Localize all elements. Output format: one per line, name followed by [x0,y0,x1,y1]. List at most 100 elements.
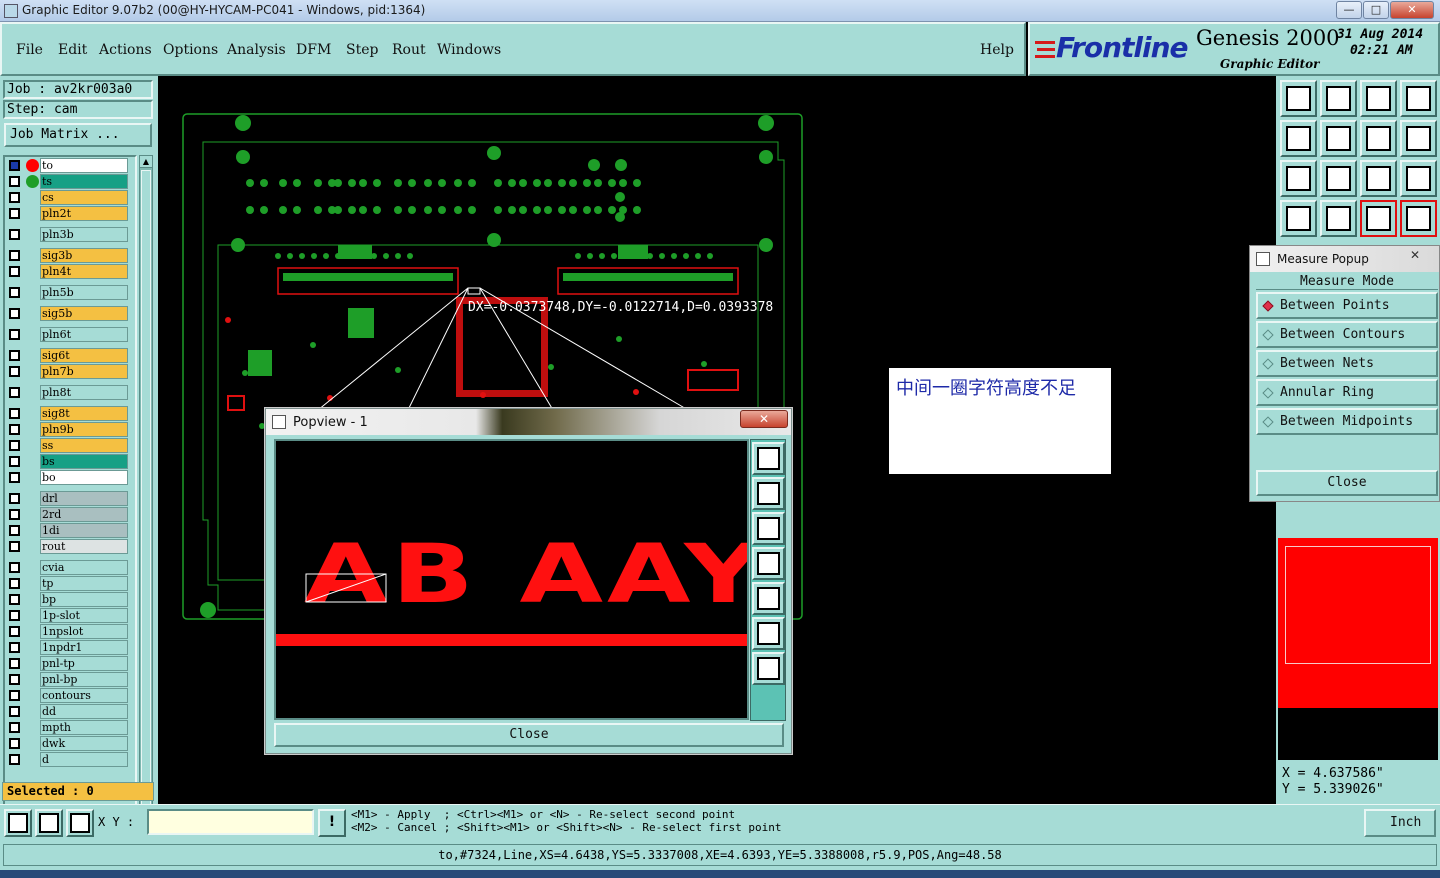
layer-checkbox[interactable] [9,208,20,219]
tool-one-to-two-icon[interactable] [1360,160,1397,197]
layer-name[interactable]: sig3b [40,248,128,263]
tool-measure-icon[interactable] [1320,200,1357,237]
layer-checkbox[interactable] [9,329,20,340]
layer-name[interactable]: ts [40,174,128,189]
tool-pan-left-icon[interactable] [1280,120,1317,157]
layer-checkbox[interactable] [9,541,20,552]
layer-checkbox[interactable] [9,287,20,298]
layer-name[interactable]: cvia [40,560,128,575]
layer-name[interactable]: pnl-tp [40,656,128,671]
layer-name[interactable]: 1npdr1 [40,640,128,655]
tool-ratio-icon[interactable] [1360,120,1397,157]
tool-window-icon[interactable] [1400,80,1437,117]
layer-name[interactable]: pnl-bp [40,672,128,687]
layer-checkbox[interactable] [9,706,20,717]
tool-zoom-up-icon[interactable] [1280,80,1317,117]
popview-close-x[interactable]: ✕ [740,410,788,428]
layer-checkbox[interactable] [9,525,20,536]
snap-tool-button[interactable] [4,809,32,837]
tool-zoom-center-icon[interactable] [1320,160,1357,197]
layer-name[interactable]: cs [40,190,128,205]
layer-name[interactable]: sig6t [40,348,128,363]
tool-net-icon[interactable] [1360,200,1397,237]
layer-name[interactable]: dd [40,704,128,719]
tool-zoom-fit-icon[interactable] [1280,160,1317,197]
menu-help[interactable]: Help [980,42,1014,58]
tool-snap-icon[interactable] [1280,200,1317,237]
tool-net-highlight-icon[interactable] [1400,200,1437,237]
layer-name[interactable]: sig8t [40,406,128,421]
layer-checkbox[interactable] [9,690,20,701]
layer-checkbox[interactable] [9,509,20,520]
layer-name[interactable]: pln7b [40,364,128,379]
popview-pan-down-button[interactable] [752,512,785,545]
grid-tool-button[interactable] [66,809,94,837]
layer-checkbox[interactable] [9,493,20,504]
unit-selector[interactable]: Inch [1364,809,1436,837]
menu-step[interactable]: Step [346,42,378,58]
measure-close-button[interactable]: Close [1256,470,1438,496]
layer-checkbox[interactable] [9,562,20,573]
layer-name[interactable]: pln4t [40,264,128,279]
menu-rout[interactable]: Rout [392,42,426,58]
menu-edit[interactable]: Edit [58,42,87,58]
layer-name[interactable]: contours [40,688,128,703]
measure-option-between-points[interactable]: Between Points [1256,292,1438,319]
measure-option-annular-ring[interactable]: Annular Ring [1256,379,1438,406]
popview-zoom-fit-button[interactable] [752,442,785,475]
tool-pan-right-icon[interactable] [1320,120,1357,157]
measure-option-between-contours[interactable]: Between Contours [1256,321,1438,348]
layer-checkbox[interactable] [9,594,20,605]
tool-home-icon[interactable] [1360,80,1397,117]
layer-checkbox[interactable] [9,308,20,319]
layer-checkbox[interactable] [9,387,20,398]
layer-checkbox[interactable] [9,192,20,203]
layer-name[interactable]: sig5b [40,306,128,321]
tool-zoom-down-icon[interactable] [1320,80,1357,117]
minimize-button[interactable]: — [1336,1,1362,19]
layer-name[interactable]: rout [40,539,128,554]
layer-checkbox[interactable] [9,266,20,277]
layer-name[interactable]: tp [40,576,128,591]
layer-checkbox[interactable] [9,754,20,765]
layer-checkbox[interactable] [9,229,20,240]
popview-pan-right-button[interactable] [752,582,785,615]
layer-name[interactable]: 1npslot [40,624,128,639]
layer-name[interactable]: 1p-slot [40,608,128,623]
layer-name[interactable]: dwk [40,736,128,751]
layer-name[interactable]: d [40,752,128,767]
layer-checkbox[interactable] [9,456,20,467]
tool-s-icon[interactable] [1400,120,1437,157]
layer-checkbox[interactable] [9,472,20,483]
layer-checkbox[interactable] [9,176,20,187]
layer-name[interactable]: bs [40,454,128,469]
layer-scrollbar[interactable]: ▲ ▼ [139,155,153,852]
layer-checkbox[interactable] [9,626,20,637]
layer-name[interactable]: drl [40,491,128,506]
layer-checkbox[interactable] [9,738,20,749]
measure-option-between-nets[interactable]: Between Nets [1256,350,1438,377]
layer-name[interactable]: mpth [40,720,128,735]
popview-canvas[interactable]: AB AAYM [274,439,749,720]
layer-name[interactable]: bo [40,470,128,485]
layer-name[interactable]: pln3b [40,227,128,242]
layer-name[interactable]: pln5b [40,285,128,300]
menu-actions[interactable]: Actions [99,42,152,58]
layer-name[interactable]: pln2t [40,206,128,221]
layer-checkbox[interactable] [9,350,20,361]
layer-name[interactable]: ss [40,438,128,453]
layer-checkbox[interactable] [9,722,20,733]
layer-checkbox[interactable] [9,440,20,451]
layer-checkbox[interactable] [9,160,20,171]
layer-name[interactable]: to [40,158,128,173]
popview-pan-up-button[interactable] [752,477,785,510]
measure-tool-button[interactable] [35,809,63,837]
layer-checkbox[interactable] [9,424,20,435]
maximize-button[interactable]: □ [1363,1,1389,19]
measure-option-between-midpoints[interactable]: Between Midpoints [1256,408,1438,435]
layer-checkbox[interactable] [9,578,20,589]
layer-name[interactable]: pln6t [40,327,128,342]
layer-checkbox[interactable] [9,366,20,377]
layer-checkbox[interactable] [9,642,20,653]
xy-input[interactable] [147,809,314,835]
